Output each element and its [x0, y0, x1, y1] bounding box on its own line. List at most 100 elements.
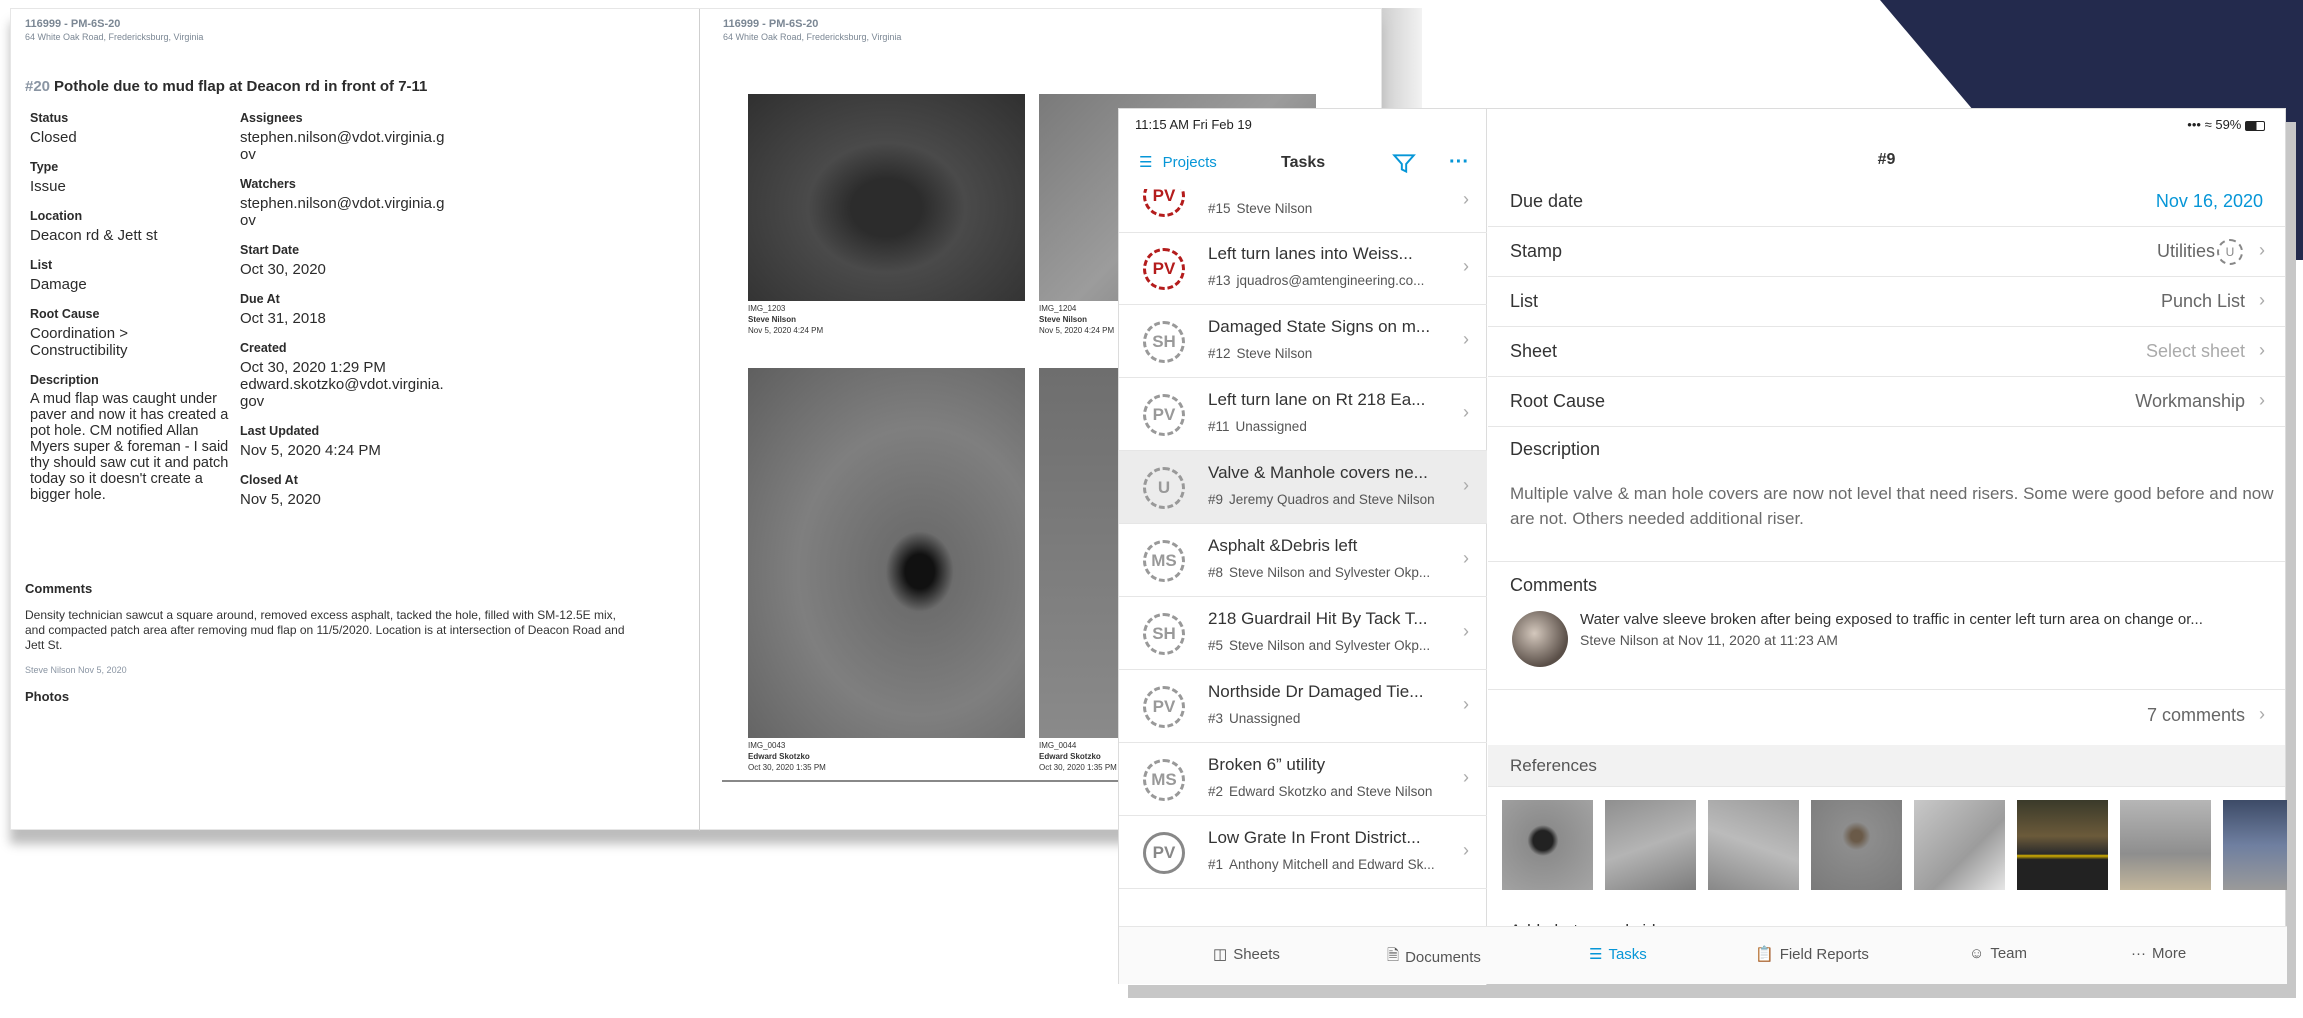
task-number: #1: [1208, 857, 1224, 872]
references-header: References: [1488, 745, 2285, 787]
task-title: Valve & Manhole covers ne...: [1208, 463, 1428, 482]
status-value: Closed: [30, 129, 77, 146]
tab-sheets[interactable]: ◫ Sheets: [1213, 945, 1280, 964]
task-number: #11: [1208, 419, 1230, 434]
task-row[interactable]: SH 218 Guardrail Hit By Tack T... #5 Steve …: [1119, 597, 1487, 670]
task-subtitle: #12 Steve Nilson: [1208, 346, 1458, 361]
comments-count: 7 comments: [2146, 705, 2245, 725]
task-stamp-icon: MS: [1143, 759, 1185, 801]
task-row[interactable]: PV Northside Dr Damaged Tie... #3 Unassigne…: [1119, 670, 1487, 743]
chevron-right-icon: ›: [1463, 256, 1469, 276]
task-row[interactable]: MS Broken 6” utility #2 Edward Skotzko and …: [1119, 743, 1487, 816]
task-detail-title: #9: [1877, 151, 1896, 168]
chevron-right-icon: ›: [1463, 329, 1469, 349]
start-date-value: Oct 30, 2020: [240, 261, 326, 278]
root-cause-row[interactable]: Root Cause Workmanship ›: [1488, 377, 2285, 427]
task-subtitle: #11 Unassigned: [1208, 419, 1458, 434]
task-subtitle: #8 Steve Nilson and Sylvester Okp...: [1208, 565, 1458, 580]
list-row[interactable]: List Punch List ›: [1488, 277, 2285, 327]
tab-more[interactable]: ··· More: [2131, 945, 2186, 962]
task-title: Asphalt &Debris left: [1208, 536, 1358, 555]
project-address-right: 64 White Oak Road, Fredericksburg, Virgi…: [723, 32, 902, 42]
reference-thumbnail[interactable]: [2017, 800, 2108, 890]
location-value: Deacon rd & Jett st: [30, 227, 158, 244]
issue-fields: Status Closed Type Issue Location Deacon…: [25, 111, 665, 581]
reference-thumbnail[interactable]: [1502, 800, 1593, 890]
task-assignee: Unassigned: [1235, 419, 1307, 434]
report-page-left: 116999 - PM-6S-20 64 White Oak Road, Fre…: [25, 18, 665, 704]
comment-text: Density technician sawcut a square aroun…: [25, 608, 625, 652]
task-assignee: Steve Nilson: [1236, 201, 1313, 216]
task-assignee: Edward Skotzko and Steve Nilson: [1229, 784, 1433, 799]
task-row[interactable]: U Valve & Manhole covers ne... #9 Jeremy Qu…: [1119, 451, 1487, 524]
project-address: 64 White Oak Road, Fredericksburg, Virgi…: [25, 32, 204, 42]
root-cause-label: Root Cause: [1510, 391, 1606, 411]
task-row[interactable]: PV Left turn lane on Rt 218 Ea... #11 Unass…: [1119, 378, 1487, 451]
tab-documents[interactable]: 🗎 Documents: [1387, 945, 1481, 970]
task-assignee: Steve Nilson and Sylvester Okp...: [1229, 565, 1431, 580]
task-subtitle: #3 Unassigned: [1208, 711, 1458, 726]
task-stamp-icon: SH: [1143, 613, 1185, 655]
task-assignee: Jeremy Quadros and Steve Nilson: [1229, 492, 1435, 507]
comments-count-row[interactable]: 7 comments ›: [1488, 691, 2285, 741]
list-value: Damage: [30, 276, 87, 293]
chevron-right-icon: ›: [2259, 240, 2265, 260]
task-row[interactable]: PV Low Grate In Front District... #1 Anthon…: [1119, 816, 1487, 889]
task-title: Broken 6” utility: [1208, 755, 1326, 774]
task-stamp-icon: SH: [1143, 321, 1185, 363]
task-row[interactable]: MS Asphalt &Debris left #8 Steve Nilson and…: [1119, 524, 1487, 597]
task-assignee: Steve Nilson: [1236, 346, 1313, 361]
status-label: Status: [30, 111, 69, 125]
reference-thumbnail[interactable]: [1605, 800, 1696, 890]
watchers-value: stephen.nilson@vdot.virginia.gov: [240, 195, 445, 229]
task-stamp-icon: PV: [1143, 686, 1185, 728]
last-updated-label: Last Updated: [240, 424, 320, 438]
tab-tasks[interactable]: ☰ Tasks: [1589, 945, 1647, 964]
task-stamp-icon: PV: [1143, 394, 1185, 436]
root-cause-value: Coordination > Constructibility: [30, 325, 128, 359]
task-number: #3: [1208, 711, 1224, 726]
document-icon: 🗎: [1387, 947, 1400, 964]
sheet-label: Sheet: [1510, 341, 1558, 361]
sheet-row[interactable]: Sheet Select sheet ›: [1488, 327, 2285, 377]
tasks-icon: ☰: [1589, 946, 1603, 963]
chevron-right-icon: ›: [1463, 548, 1469, 568]
chevron-right-icon: ›: [1463, 402, 1469, 422]
task-title: Left turn lane on Rt 218 Ea...: [1208, 390, 1426, 409]
task-row[interactable]: SH Damaged State Signs on m... #12 Steve Ni…: [1119, 305, 1487, 378]
avatar: [1512, 611, 1568, 667]
task-subtitle: #5 Steve Nilson and Sylvester Okp...: [1208, 638, 1458, 653]
task-stamp-icon: PV: [1143, 189, 1185, 217]
reference-thumbnail[interactable]: [2120, 800, 2211, 890]
reference-thumbnail[interactable]: [2223, 800, 2287, 890]
tab-team[interactable]: ☺ Team: [1969, 945, 2027, 962]
task-subtitle: #2 Edward Skotzko and Steve Nilson: [1208, 784, 1458, 799]
projects-button[interactable]: ☰ Projects: [1139, 153, 1217, 171]
filter-icon[interactable]: [1391, 151, 1417, 182]
tab-bar: ◫ Sheets 🗎 Documents ☰ Tasks 📋 Field Reports…: [1119, 926, 2287, 984]
task-row[interactable]: PV Left turn lanes into Weiss... #13 jquadr…: [1119, 232, 1487, 305]
description-label: Description: [30, 373, 99, 387]
task-title: Low Grate In Front District...: [1208, 828, 1421, 847]
tab-field-reports[interactable]: 📋 Field Reports: [1755, 945, 1869, 964]
location-label: Location: [30, 209, 83, 223]
description-text[interactable]: Multiple valve & man hole covers are now…: [1510, 481, 2290, 531]
more-options-icon[interactable]: ···: [1449, 151, 1469, 174]
task-number: #2: [1208, 784, 1224, 799]
references-label: References: [1510, 756, 1597, 775]
reference-thumbnail[interactable]: [1811, 800, 1902, 890]
due-date-label: Due date: [1510, 191, 1584, 211]
status-time: 11:15 AM Fri Feb 19: [1135, 117, 1252, 132]
reference-thumbnail[interactable]: [1708, 800, 1799, 890]
issue-title-text: Pothole due to mud flap at Deacon rd in …: [54, 78, 428, 95]
root-cause-label: Root Cause: [30, 307, 100, 321]
task-detail-pane: #9 Due date Nov 16, 2020 Stamp Utilities…: [1488, 109, 2287, 927]
chevron-right-icon: ›: [1463, 621, 1469, 641]
stamp-row[interactable]: Stamp Utilities U ›: [1488, 227, 2285, 277]
comment-text[interactable]: Water valve sleeve broken after being ex…: [1580, 611, 2290, 628]
reference-thumbnail[interactable]: [1914, 800, 2005, 890]
task-row[interactable]: PV #15 Steve Nilson ›: [1119, 189, 1487, 233]
task-number: #12: [1208, 346, 1231, 361]
due-date-row[interactable]: Due date Nov 16, 2020: [1488, 177, 2285, 227]
report-page-right: 116999 - PM-6S-20 64 White Oak Road, Fre…: [723, 18, 1363, 42]
